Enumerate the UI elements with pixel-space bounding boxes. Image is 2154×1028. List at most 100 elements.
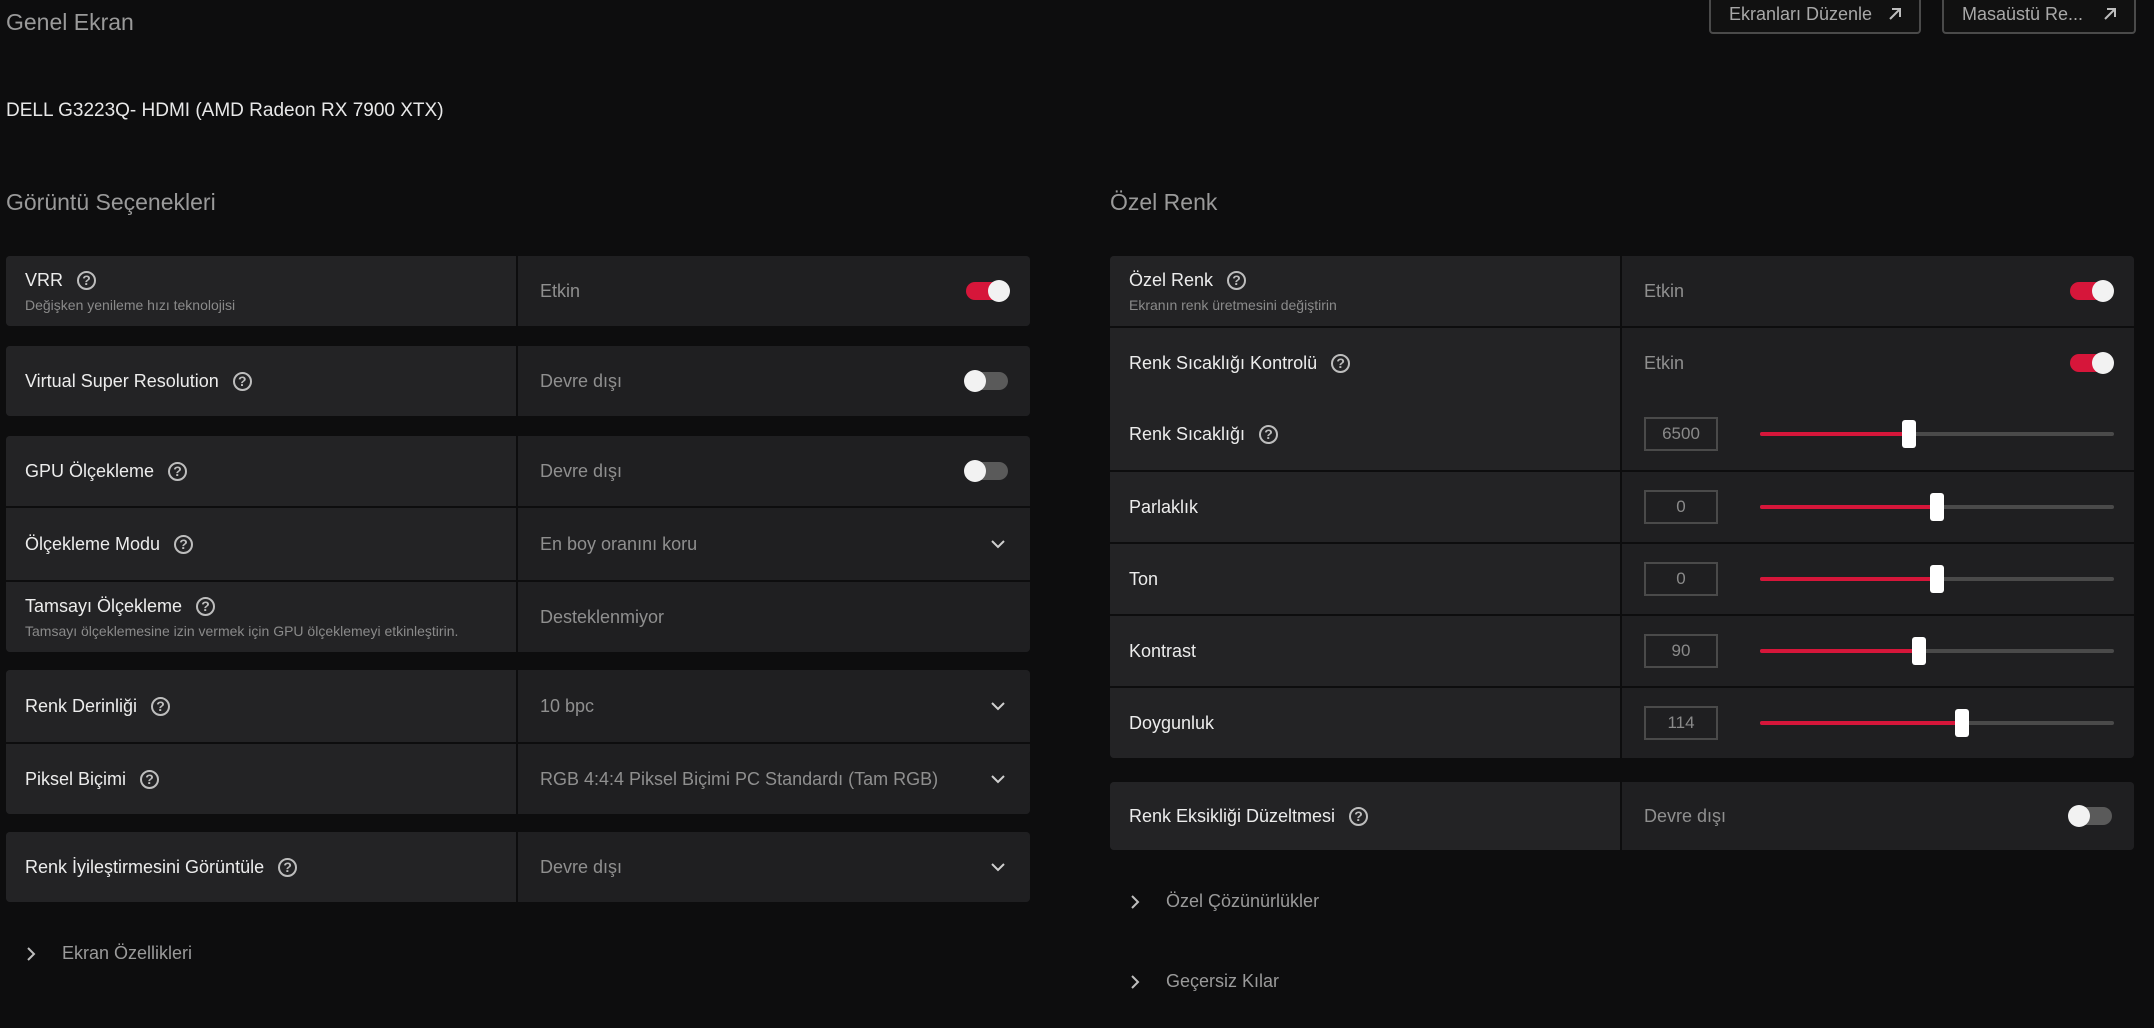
edit-screens-button[interactable]: Ekranları Düzenle	[1709, 0, 1921, 34]
desktop-label: Masaüstü Re...	[1962, 3, 2084, 24]
slider-row: Renk Sıcaklığı? 6500	[1110, 398, 2134, 470]
slider-track[interactable]	[1760, 565, 2114, 593]
slider-thumb[interactable]	[1954, 709, 1969, 737]
overrides-label: Geçersiz Kılar	[1166, 971, 1280, 991]
scaling-group: GPU Ölçekleme? Devre dışı Ölçekleme Modu…	[6, 436, 1030, 652]
chevron-right-icon	[1131, 974, 1140, 989]
temp-control-value: Etkin	[1644, 352, 1685, 373]
integer-scaling-sub: Tamsayı ölçeklemesine izin vermek için G…	[25, 622, 459, 639]
slider-value-input[interactable]: 90	[1644, 634, 1718, 668]
display-properties-expander[interactable]: Ekran Özellikleri	[22, 943, 192, 964]
slider-track[interactable]	[1760, 637, 2114, 665]
custom-color-value: Etkin	[1644, 280, 1685, 301]
slider-row: Kontrast 90	[1110, 614, 2134, 686]
display-properties-label: Ekran Özellikleri	[62, 943, 193, 963]
slider-fill	[1760, 649, 1920, 653]
chevron-right-icon	[1131, 894, 1140, 909]
color-depth-row[interactable]: Renk Derinliği? 10 bpc	[6, 670, 1030, 742]
slider-thumb[interactable]	[1930, 493, 1944, 521]
color-blind-row: Renk Eksikliği Düzeltmesi? Devre dışı	[1110, 782, 2134, 850]
chevron-down-icon[interactable]	[988, 534, 1008, 554]
slider-label: Parlaklık	[1129, 496, 1199, 517]
temp-control-label: Renk Sıcaklığı Kontrolü	[1129, 352, 1318, 373]
chevron-down-icon[interactable]	[988, 696, 1008, 716]
custom-color-sub: Ekranın renk üretmesini değiştirin	[1129, 296, 1337, 313]
pixel-format-label: Piksel Biçimi	[25, 768, 127, 789]
help-icon[interactable]: ?	[140, 769, 160, 789]
color-blind-label: Renk Eksikliği Düzeltmesi	[1129, 805, 1336, 826]
slider-value-input[interactable]: 0	[1644, 490, 1718, 524]
slider-fill	[1760, 505, 1937, 509]
edit-screens-label: Ekranları Düzenle	[1729, 3, 1873, 24]
help-icon[interactable]: ?	[1331, 353, 1351, 373]
custom-color-row: Özel Renk? Ekranın renk üretmesini değiş…	[1110, 256, 2134, 326]
temp-control-toggle[interactable]	[2070, 352, 2114, 374]
slider-track[interactable]	[1760, 420, 2114, 448]
help-icon[interactable]: ?	[1227, 270, 1247, 290]
custom-resolutions-expander[interactable]: Özel Çözünürlükler	[1126, 891, 1319, 912]
chevron-down-icon[interactable]	[988, 857, 1008, 877]
slider-track[interactable]	[1760, 493, 2114, 521]
slider-label: Renk Sıcaklığı	[1129, 423, 1246, 444]
integer-scaling-value: Desteklenmiyor	[540, 606, 665, 627]
vsr-toggle[interactable]	[964, 370, 1008, 392]
external-link-icon	[2104, 8, 2116, 20]
help-icon[interactable]: ?	[1349, 806, 1369, 826]
format-group: Renk Derinliği? 10 bpc Piksel Biçimi? RG…	[6, 670, 1030, 814]
slider-value-input[interactable]: 114	[1644, 706, 1718, 740]
vrr-row: VRR? Değişken yenileme hızı teknolojisi …	[6, 256, 1030, 326]
vrr-sub: Değişken yenileme hızı teknolojisi	[25, 296, 236, 313]
scaling-mode-label: Ölçekleme Modu	[25, 533, 161, 554]
overrides-expander[interactable]: Geçersiz Kılar	[1126, 971, 1279, 992]
vsr-group: Virtual Super Resolution? Devre dışı	[6, 346, 1030, 416]
help-icon[interactable]: ?	[196, 596, 216, 616]
pixel-format-row[interactable]: Piksel Biçimi? RGB 4:4:4 Piksel Biçimi P…	[6, 742, 1030, 814]
slider-thumb[interactable]	[1901, 420, 1916, 448]
custom-resolutions-label: Özel Çözünürlükler	[1166, 891, 1320, 911]
help-icon[interactable]: ?	[174, 534, 194, 554]
slider-fill	[1760, 721, 1962, 725]
slider-value-input[interactable]: 6500	[1644, 417, 1718, 451]
desktop-button[interactable]: Masaüstü Re...	[1942, 0, 2136, 34]
slider-fill	[1760, 432, 1909, 436]
integer-scaling-row: Tamsayı Ölçekleme? Tamsayı ölçeklemesine…	[6, 580, 1030, 652]
color-enhance-label: Renk İyileştirmesini Görüntüle	[25, 856, 265, 877]
enhance-group: Renk İyileştirmesini Görüntüle? Devre dı…	[6, 832, 1030, 902]
slider-fill	[1760, 577, 1937, 581]
pixel-format-value: RGB 4:4:4 Piksel Biçimi PC Standardı (Ta…	[540, 768, 939, 789]
slider-label: Kontrast	[1129, 640, 1197, 661]
color-enhance-value: Devre dışı	[540, 856, 623, 877]
custom-color-title: Özel Renk	[1110, 189, 1218, 215]
gpu-scaling-toggle[interactable]	[964, 460, 1008, 482]
temp-control-row: Renk Sıcaklığı Kontrolü? Etkin	[1110, 326, 2134, 398]
help-icon[interactable]: ?	[168, 461, 188, 481]
slider-thumb[interactable]	[1912, 637, 1927, 665]
color-blind-group: Renk Eksikliği Düzeltmesi? Devre dışı	[1110, 782, 2134, 850]
color-blind-toggle[interactable]	[2068, 805, 2112, 827]
help-icon[interactable]: ?	[232, 371, 252, 391]
vrr-toggle[interactable]	[966, 280, 1010, 302]
vrr-label: VRR	[25, 269, 64, 290]
gpu-scaling-row: GPU Ölçekleme? Devre dışı	[6, 436, 1030, 506]
color-blind-value: Devre dışı	[1644, 805, 1727, 826]
slider-row: Parlaklık 0	[1110, 470, 2134, 542]
color-enhance-row[interactable]: Renk İyileştirmesini Görüntüle? Devre dı…	[6, 832, 1030, 902]
custom-color-label: Özel Renk	[1129, 269, 1214, 290]
vrr-group: VRR? Değişken yenileme hızı teknolojisi …	[6, 256, 1030, 326]
slider-track[interactable]	[1760, 709, 2114, 737]
help-icon[interactable]: ?	[77, 270, 97, 290]
help-icon[interactable]: ?	[278, 857, 298, 877]
custom-color-group: Özel Renk? Ekranın renk üretmesini değiş…	[1110, 256, 2134, 758]
vsr-value: Devre dışı	[540, 370, 623, 391]
display-options-title: Görüntü Seçenekleri	[6, 189, 216, 215]
chevron-down-icon[interactable]	[988, 769, 1008, 789]
custom-color-toggle[interactable]	[2070, 280, 2114, 302]
scaling-mode-row[interactable]: Ölçekleme Modu? En boy oranını koru	[6, 506, 1030, 580]
slider-value-input[interactable]: 0	[1644, 562, 1718, 596]
vsr-row: Virtual Super Resolution? Devre dışı	[6, 346, 1030, 416]
slider-label: Ton	[1129, 568, 1159, 589]
help-icon[interactable]: ?	[1259, 424, 1279, 444]
help-icon[interactable]: ?	[151, 696, 171, 716]
slider-thumb[interactable]	[1930, 565, 1944, 593]
color-depth-label: Renk Derinliği	[25, 695, 138, 716]
